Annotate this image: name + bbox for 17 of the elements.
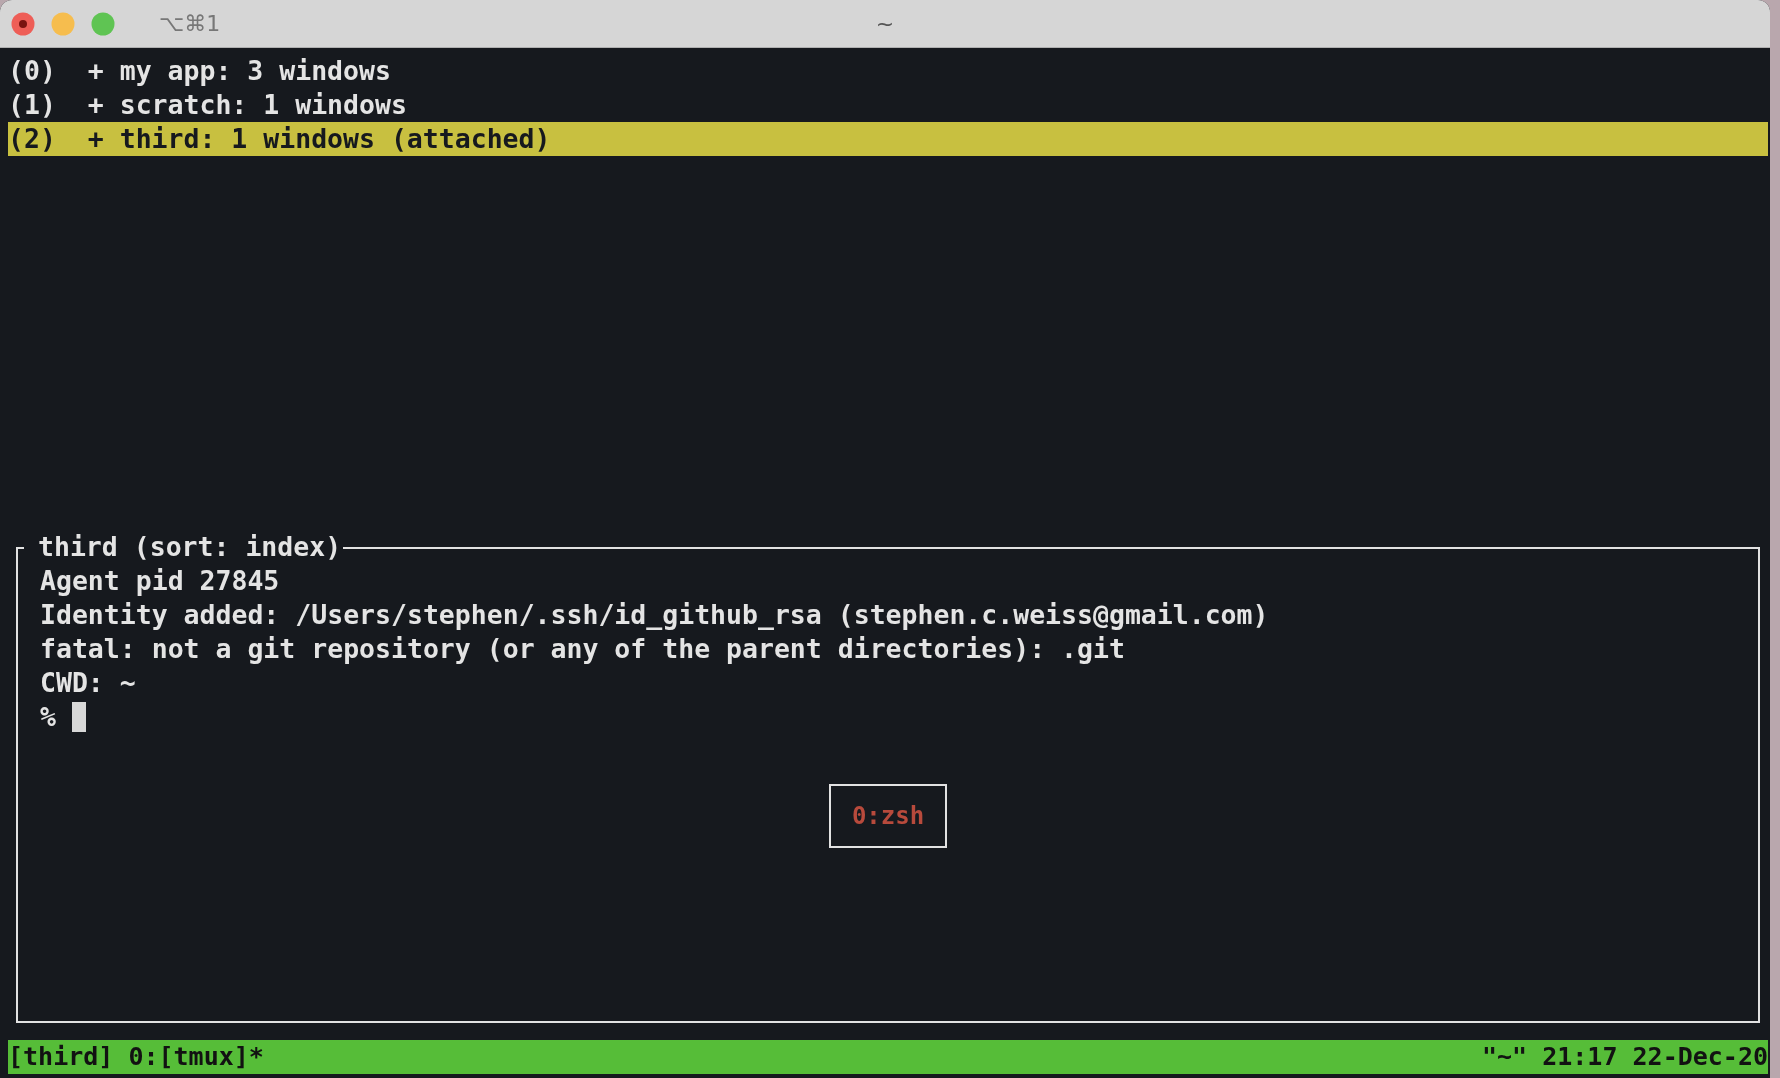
prompt: % [40,700,56,734]
output-line: fatal: not a git repository (or any of the parent directories): .git [40,632,1125,666]
status-left: [third] 0:[tmux]* [8,1041,264,1073]
cursor [71,702,86,732]
window-shortcut: ⌥⌘1 [159,11,221,36]
session-item[interactable]: (1) + scratch: 1 windows [8,88,1768,122]
zoom-icon[interactable] [91,11,115,36]
output-line: Identity added: /Users/stephen/.ssh/id_github_rsa (stephen.c.weiss@gmail.com) [40,598,1269,632]
output-line: Agent pid 27845 [40,564,280,598]
output-line: CWD: ~ [40,666,136,700]
close-icon[interactable] [11,11,35,36]
session-item[interactable]: (0) + my app: 3 windows [8,54,1768,88]
window-title: ~ [875,11,895,36]
minimize-icon[interactable] [51,11,75,36]
status-right: "~" 21:17 22-Dec-20 [1482,1041,1768,1073]
window-label: 0:zsh [829,784,947,848]
session-item[interactable]: (2) + third: 1 windows (attached) [8,122,1768,156]
